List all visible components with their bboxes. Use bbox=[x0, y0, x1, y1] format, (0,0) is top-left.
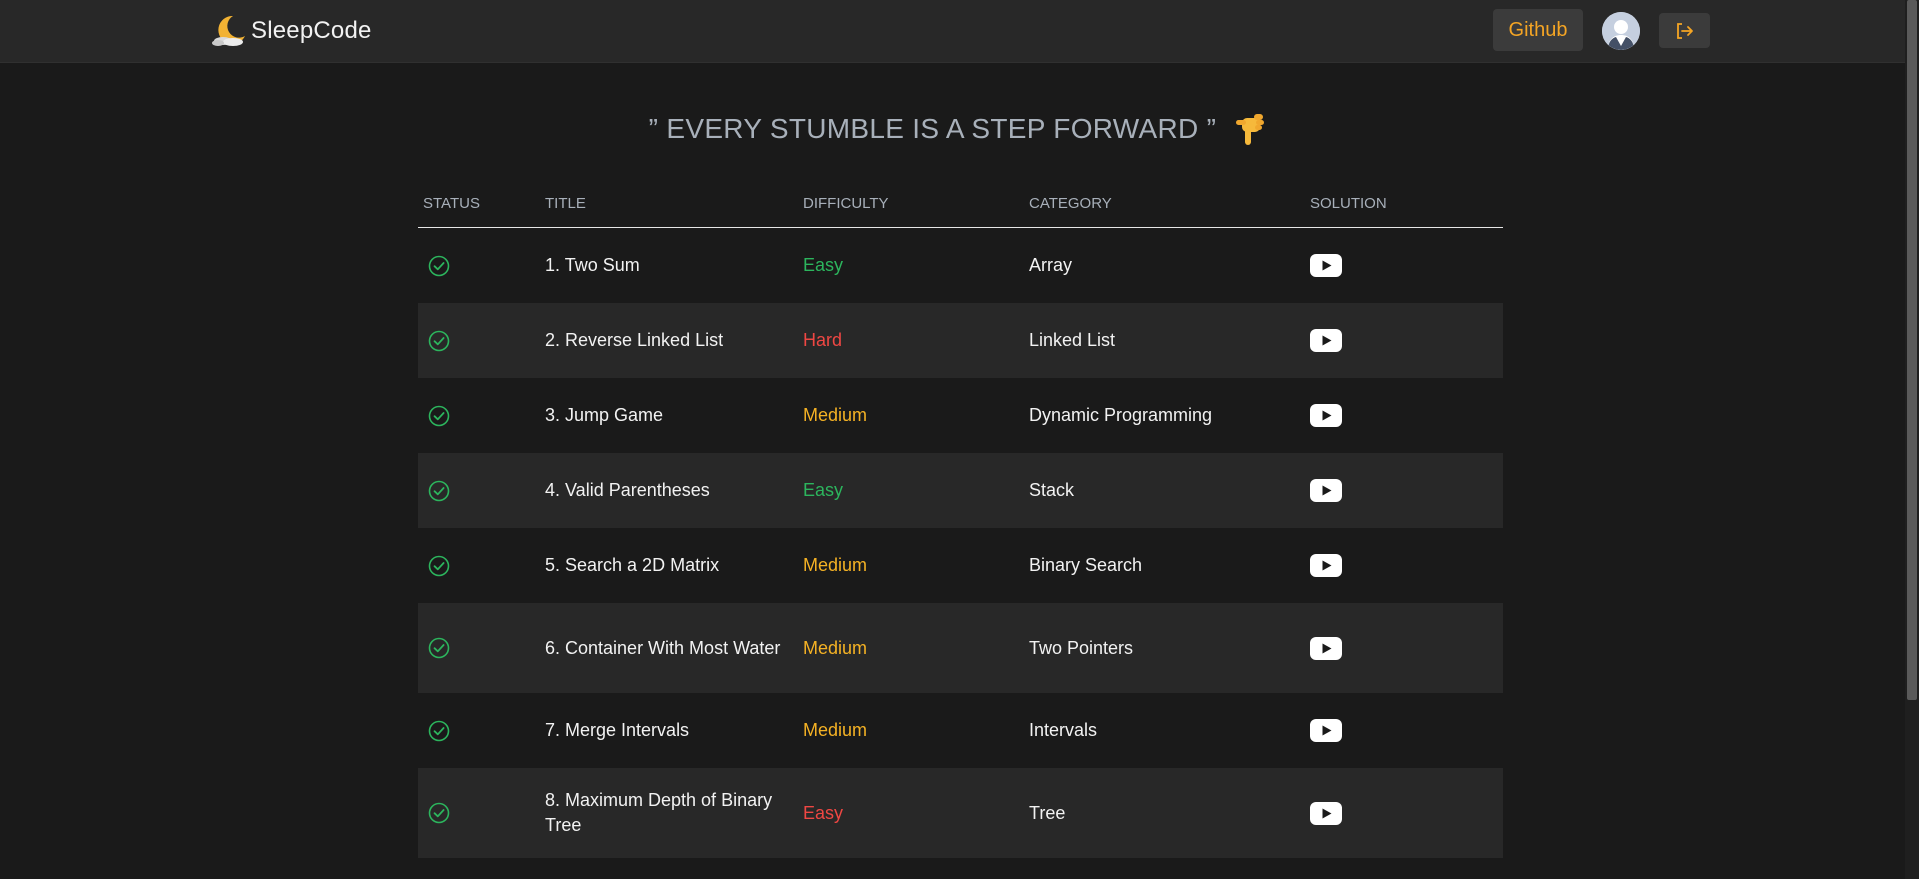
difficulty-label: Easy bbox=[803, 802, 844, 823]
status-cell bbox=[418, 255, 545, 277]
difficulty-label: Medium bbox=[803, 637, 868, 658]
status-cell bbox=[418, 330, 545, 352]
category-label: Two Pointers bbox=[1029, 637, 1134, 658]
status-cell bbox=[418, 555, 545, 577]
check-circle-icon bbox=[428, 255, 450, 276]
check-circle-icon bbox=[428, 555, 450, 576]
category-label: Linked List bbox=[1029, 330, 1116, 350]
brand-logo-link[interactable]: SleepCode bbox=[209, 12, 372, 50]
youtube-icon[interactable] bbox=[1310, 636, 1342, 660]
category-label: Tree bbox=[1029, 802, 1066, 823]
problem-title-link[interactable]: 3. Jump Game bbox=[545, 403, 803, 428]
status-cell bbox=[418, 405, 545, 427]
status-cell bbox=[418, 802, 545, 824]
youtube-icon[interactable] bbox=[1310, 254, 1342, 277]
solution-cell bbox=[1310, 719, 1503, 742]
logout-icon bbox=[1676, 22, 1693, 39]
table-row: 7. Merge Intervals Medium Intervals bbox=[418, 693, 1503, 768]
check-circle-icon bbox=[428, 720, 450, 741]
problem-title-link[interactable]: 2. Reverse Linked List bbox=[545, 328, 803, 353]
header-category: CATEGORY bbox=[1029, 195, 1112, 212]
table-row: 1. Two Sum Easy Array bbox=[418, 228, 1503, 303]
problem-title-link[interactable]: 8. Maximum Depth of Binary Tree bbox=[545, 788, 803, 838]
table-row: 8. Maximum Depth of Binary Tree Easy Tree bbox=[418, 768, 1503, 858]
youtube-icon[interactable] bbox=[1310, 554, 1342, 577]
motivational-quote: ” EVERY STUMBLE IS A STEP FORWARD ” bbox=[0, 110, 1919, 148]
category-label: Binary Search bbox=[1029, 555, 1143, 575]
solution-cell bbox=[1310, 404, 1503, 427]
check-circle-icon bbox=[428, 330, 450, 351]
pointing-down-hand-icon bbox=[1236, 114, 1265, 145]
table-row: 5. Search a 2D Matrix Medium Binary Search bbox=[418, 528, 1503, 603]
solution-cell bbox=[1310, 254, 1503, 277]
status-cell bbox=[418, 637, 545, 659]
difficulty-label: Medium bbox=[803, 405, 868, 425]
table-row: 4. Valid Parentheses Easy Stack bbox=[418, 453, 1503, 528]
difficulty-label: Medium bbox=[803, 720, 868, 740]
check-circle-icon bbox=[428, 802, 450, 824]
user-avatar-icon[interactable] bbox=[1602, 12, 1640, 50]
table-row: 2. Reverse Linked List Hard Linked List bbox=[418, 303, 1503, 378]
header-difficulty: DIFFICULTY bbox=[803, 195, 889, 212]
problem-title-link[interactable]: 5. Search a 2D Matrix bbox=[545, 553, 803, 578]
status-cell bbox=[418, 480, 545, 502]
solution-cell bbox=[1310, 329, 1503, 352]
problem-title-link[interactable]: 1. Two Sum bbox=[545, 253, 803, 278]
crescent-moon-icon bbox=[212, 15, 245, 46]
table-row: 6. Container With Most Water Medium Two Po… bbox=[418, 603, 1503, 693]
status-cell bbox=[418, 720, 545, 742]
table-row: 3. Jump Game Medium Dynamic Programming bbox=[418, 378, 1503, 453]
youtube-icon[interactable] bbox=[1310, 329, 1342, 352]
category-label: Dynamic Programming bbox=[1029, 405, 1213, 425]
header-title: TITLE bbox=[545, 195, 586, 212]
quote-text: ” EVERY STUMBLE IS A STEP FORWARD ” bbox=[648, 113, 1217, 144]
solution-cell bbox=[1310, 479, 1503, 502]
youtube-icon[interactable] bbox=[1310, 404, 1342, 427]
difficulty-label: Easy bbox=[803, 480, 844, 500]
check-circle-icon bbox=[428, 637, 450, 659]
avatar-silhouette-icon bbox=[1602, 12, 1640, 50]
youtube-icon[interactable] bbox=[1310, 479, 1342, 502]
difficulty-label: Hard bbox=[803, 330, 843, 350]
problem-title-link[interactable]: 4. Valid Parentheses bbox=[545, 478, 803, 503]
category-label: Stack bbox=[1029, 480, 1075, 500]
difficulty-label: Easy bbox=[803, 255, 844, 275]
logout-button[interactable] bbox=[1659, 13, 1710, 48]
category-label: Intervals bbox=[1029, 720, 1098, 740]
brand-name: SleepCode bbox=[251, 17, 372, 44]
solution-cell bbox=[1310, 636, 1503, 660]
header-status: STATUS bbox=[423, 195, 480, 212]
problem-title-link[interactable]: 7. Merge Intervals bbox=[545, 718, 803, 743]
youtube-icon[interactable] bbox=[1310, 801, 1342, 825]
problems-table: STATUS TITLE DIFFICULTY CATEGORY SOLUTIO… bbox=[418, 180, 1503, 858]
table-body: 1. Two Sum Easy Array 2. Reverse Linked Lis… bbox=[418, 228, 1503, 858]
youtube-icon[interactable] bbox=[1310, 719, 1342, 742]
github-button[interactable]: Github bbox=[1493, 9, 1583, 51]
solution-cell bbox=[1310, 801, 1503, 825]
category-label: Array bbox=[1029, 255, 1073, 275]
header-solution: SOLUTION bbox=[1310, 195, 1387, 212]
scrollbar-thumb[interactable] bbox=[1907, 0, 1917, 700]
solution-cell bbox=[1310, 554, 1503, 577]
top-navbar: SleepCode Github bbox=[0, 0, 1919, 63]
difficulty-label: Medium bbox=[803, 555, 868, 575]
table-header: STATUS TITLE DIFFICULTY CATEGORY SOLUTIO… bbox=[418, 180, 1503, 228]
problem-title-link[interactable]: 6. Container With Most Water bbox=[545, 636, 803, 661]
check-circle-icon bbox=[428, 480, 450, 501]
check-circle-icon bbox=[428, 405, 450, 426]
